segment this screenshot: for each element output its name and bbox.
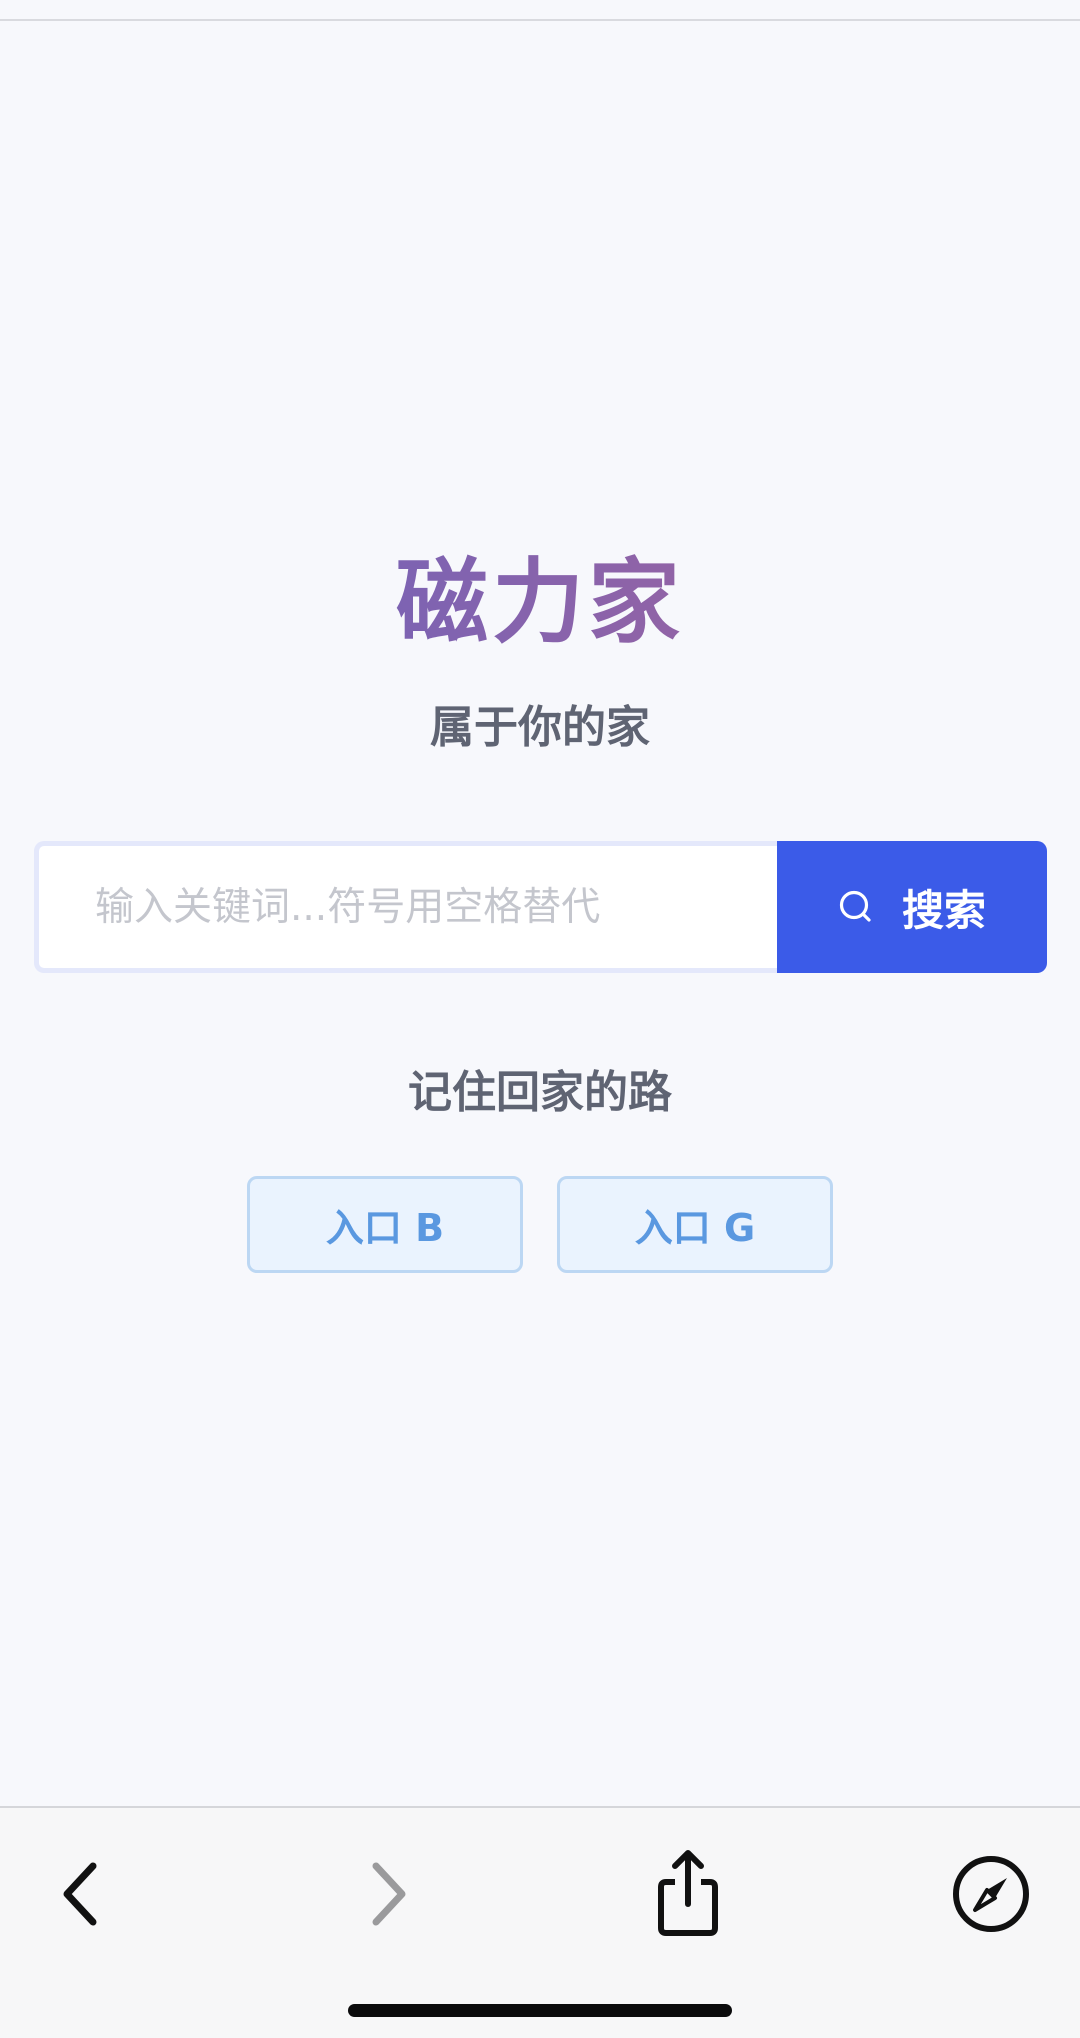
site-subtitle: 属于你的家 xyxy=(430,702,650,753)
share-icon xyxy=(658,1850,718,1936)
site-title-text: 磁力家 xyxy=(395,549,684,656)
home-indicator xyxy=(348,2004,732,2017)
search-bar: 搜索 xyxy=(34,841,1047,973)
site-title: 磁力家 xyxy=(0,548,1080,658)
search-input[interactable] xyxy=(34,841,777,973)
entry-g-button[interactable]: 入口 G xyxy=(557,1176,833,1273)
share-button[interactable] xyxy=(638,1844,738,1944)
back-button[interactable] xyxy=(29,1844,129,1944)
search-button-label: 搜索 xyxy=(901,885,986,935)
top-divider xyxy=(0,19,1080,21)
safari-button[interactable] xyxy=(941,1844,1041,1944)
screen: 磁力家 属于你的家 搜索 记住回家的路 入口 B 入口 G xyxy=(0,0,1080,2038)
entry-b-label: 入口 B xyxy=(325,1206,445,1250)
chevron-right-icon xyxy=(372,1862,406,1926)
entry-b-button[interactable]: 入口 B xyxy=(247,1176,523,1273)
browser-toolbar xyxy=(0,1806,1080,2038)
compass-icon xyxy=(953,1856,1029,1932)
entry-g-label: 入口 G xyxy=(634,1206,756,1250)
search-button[interactable]: 搜索 xyxy=(777,841,1047,973)
forward-button[interactable] xyxy=(340,1844,440,1944)
search-icon xyxy=(839,890,871,922)
chevron-left-icon xyxy=(63,1862,97,1926)
entries-heading: 记住回家的路 xyxy=(408,1067,672,1118)
